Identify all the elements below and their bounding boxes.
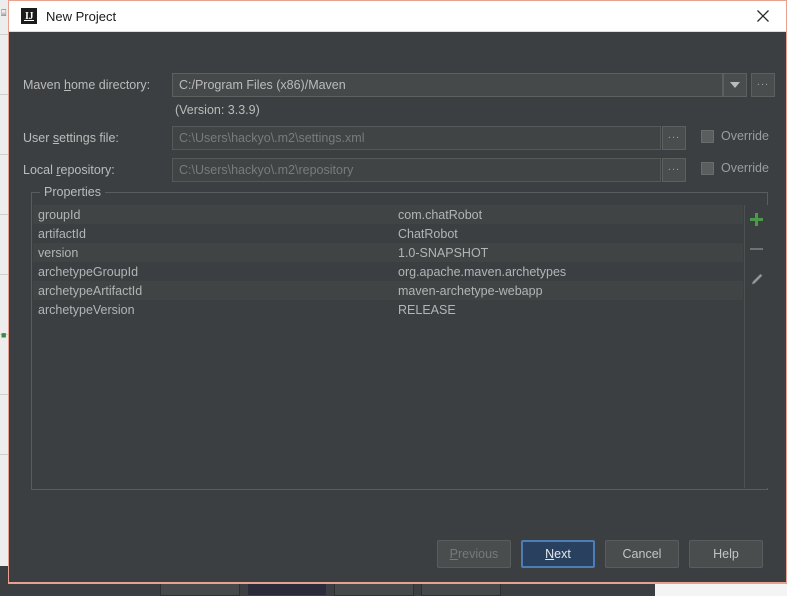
previous-button[interactable]: Previous: [437, 540, 511, 568]
local-repository-label-row: Local repository:: [23, 158, 115, 182]
chevron-down-icon: [730, 82, 740, 88]
property-key-cell: archetypeGroupId: [33, 265, 396, 279]
new-project-dialog: IJ New Project Maven home directory: C:/…: [8, 0, 787, 584]
help-button[interactable]: Help: [689, 540, 763, 568]
maven-version-note: (Version: 3.3.9): [175, 103, 260, 117]
dialog-accent-line: [9, 582, 786, 583]
remove-property-button[interactable]: [747, 239, 767, 259]
properties-group-title: Properties: [40, 185, 105, 199]
browse-ellipsis-icon: ...: [668, 130, 680, 141]
add-property-button[interactable]: [747, 209, 767, 229]
plus-icon: [750, 213, 763, 226]
cancel-button[interactable]: Cancel: [605, 540, 679, 568]
local-repository-override-checkbox[interactable]: Override: [701, 161, 769, 175]
property-key-cell: version: [33, 246, 396, 260]
minus-icon: [750, 248, 763, 250]
local-repository-label: Local repository:: [23, 163, 115, 177]
browse-ellipsis-icon: ...: [668, 162, 680, 173]
property-value-cell: org.apache.maven.archetypes: [396, 265, 743, 279]
user-settings-label-row: User settings file:: [23, 126, 119, 150]
property-value-cell: 1.0-SNAPSHOT: [396, 246, 743, 260]
table-row[interactable]: version1.0-SNAPSHOT: [33, 243, 743, 262]
maven-home-browse-button[interactable]: ...: [751, 73, 775, 97]
checkbox-box-icon: [701, 130, 714, 143]
property-value-cell: maven-archetype-webapp: [396, 284, 743, 298]
close-icon[interactable]: [740, 1, 786, 31]
property-value-cell: ChatRobot: [396, 227, 743, 241]
property-value-cell: com.chatRobot: [396, 208, 743, 222]
maven-home-dropdown-button[interactable]: [723, 73, 747, 97]
local-repository-input[interactable]: C:\Users\hackyo\.m2\repository: [172, 158, 661, 182]
local-repository-value: C:\Users\hackyo\.m2\repository: [179, 163, 353, 177]
pencil-icon: [749, 272, 764, 287]
local-repository-browse-button[interactable]: ...: [662, 158, 686, 182]
property-key-cell: archetypeArtifactId: [33, 284, 396, 298]
user-settings-label: User settings file:: [23, 131, 119, 145]
maven-home-value: C:/Program Files (x86)/Maven: [179, 78, 346, 92]
table-row[interactable]: artifactIdChatRobot: [33, 224, 743, 243]
user-settings-value: C:\Users\hackyo\.m2\settings.xml: [179, 131, 364, 145]
dialog-titlebar: IJ New Project: [9, 1, 786, 32]
properties-toolbar: [744, 205, 768, 488]
table-row[interactable]: groupIdcom.chatRobot: [33, 205, 743, 224]
table-row[interactable]: archetypeArtifactIdmaven-archetype-webap…: [33, 281, 743, 300]
user-settings-override-label: Override: [721, 129, 769, 143]
local-repository-override-label: Override: [721, 161, 769, 175]
property-key-cell: artifactId: [33, 227, 396, 241]
table-row[interactable]: archetypeVersionRELEASE: [33, 300, 743, 319]
dialog-footer: Previous Next Cancel Help: [9, 531, 786, 583]
background-glyph-green: ■: [1, 330, 6, 340]
dialog-content: Maven home directory: C:/Program Files (…: [9, 32, 786, 583]
browse-ellipsis-icon: ...: [757, 77, 769, 88]
checkbox-box-icon: [701, 162, 714, 175]
maven-home-label: Maven home directory:: [23, 78, 150, 92]
property-key-cell: archetypeVersion: [33, 303, 396, 317]
user-settings-override-checkbox[interactable]: Override: [701, 129, 769, 143]
maven-home-input[interactable]: C:/Program Files (x86)/Maven: [172, 73, 723, 97]
property-value-cell: RELEASE: [396, 303, 743, 317]
properties-table[interactable]: groupIdcom.chatRobotartifactIdChatRobotv…: [33, 205, 743, 488]
next-button[interactable]: Next: [521, 540, 595, 568]
intellij-idea-logo-icon: IJ: [21, 8, 37, 24]
user-settings-browse-button[interactable]: ...: [662, 126, 686, 150]
background-glyph: ⌸: [1, 8, 6, 18]
table-row[interactable]: archetypeGroupIdorg.apache.maven.archety…: [33, 262, 743, 281]
maven-home-label-row: Maven home directory:: [23, 73, 150, 97]
property-key-cell: groupId: [33, 208, 396, 222]
user-settings-input[interactable]: C:\Users\hackyo\.m2\settings.xml: [172, 126, 661, 150]
edit-property-button[interactable]: [747, 269, 767, 289]
dialog-title: New Project: [46, 9, 116, 24]
